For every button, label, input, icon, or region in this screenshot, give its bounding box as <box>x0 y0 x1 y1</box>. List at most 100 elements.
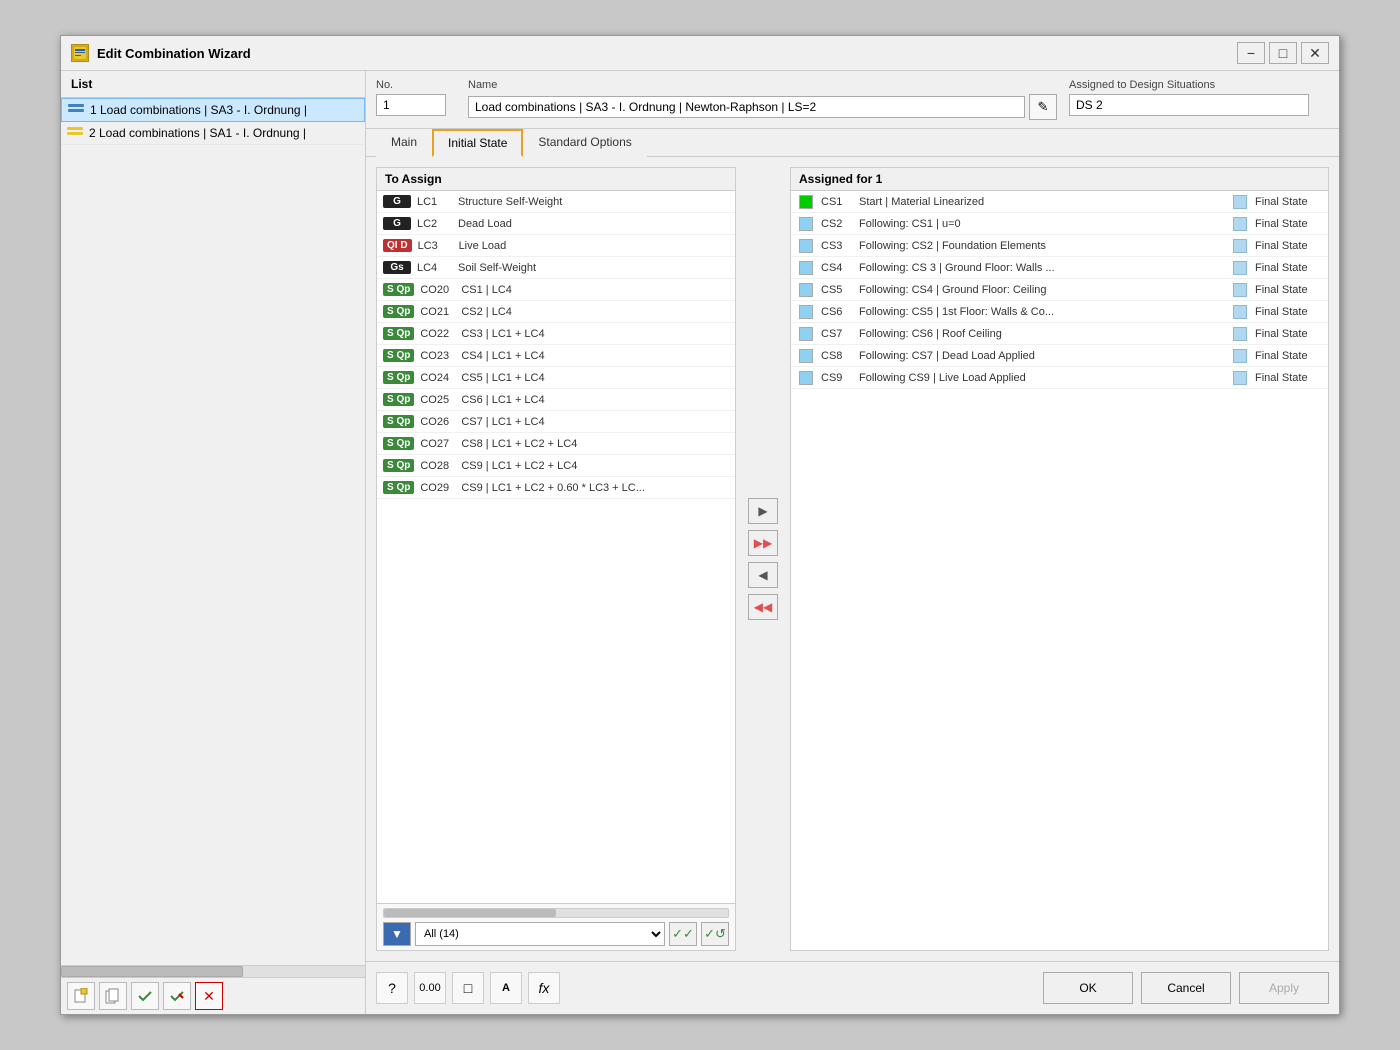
final-state-label: Final State <box>1255 306 1320 318</box>
final-state-label: Final State <box>1255 196 1320 208</box>
final-state-color-box <box>1233 283 1247 297</box>
assign-row[interactable]: S QpCO29CS9 | LC1 + LC2 + 0.60 * LC3 + L… <box>377 477 735 499</box>
check-all-button[interactable] <box>131 982 159 1010</box>
row-desc: CS2 | LC4 <box>461 306 729 318</box>
assign-row[interactable]: S QpCO25CS6 | LC1 + LC4 <box>377 389 735 411</box>
list-item[interactable]: 2 Load combinations | SA1 - I. Ordnung | <box>61 122 365 145</box>
tabs-bar: MainInitial StateStandard Options <box>366 129 1339 157</box>
assign-row[interactable]: GLC1Structure Self-Weight <box>377 191 735 213</box>
cs-desc: Following: CS2 | Foundation Elements <box>859 240 1225 252</box>
row-id: CO26 <box>420 416 455 428</box>
name-label: Name <box>468 79 1057 91</box>
badge: S Qp <box>383 393 414 406</box>
assigned-row[interactable]: CS5Following: CS4 | Ground Floor: Ceilin… <box>791 279 1328 301</box>
help-button[interactable]: ? <box>376 972 408 1004</box>
assign-row[interactable]: S QpCO28CS9 | LC1 + LC2 + LC4 <box>377 455 735 477</box>
assign-row[interactable]: S QpCO27CS8 | LC1 + LC2 + LC4 <box>377 433 735 455</box>
assign-list: GLC1Structure Self-WeightGLC2Dead LoadQI… <box>377 191 735 903</box>
uncheck-all-button[interactable] <box>163 982 191 1010</box>
badge: S Qp <box>383 327 414 340</box>
close-button[interactable]: ✕ <box>1301 42 1329 64</box>
assigned-row[interactable]: CS8Following: CS7 | Dead Load AppliedFin… <box>791 345 1328 367</box>
assign-controls: ▼ All (14) ✓✓ ✓↺ <box>383 922 729 946</box>
assign-row[interactable]: S QpCO20CS1 | LC4 <box>377 279 735 301</box>
assigned-row[interactable]: CS6Following: CS5 | 1st Floor: Walls & C… <box>791 301 1328 323</box>
assign-panel-header: To Assign <box>377 168 735 191</box>
cancel-button[interactable]: Cancel <box>1141 972 1231 1004</box>
row-desc: CS9 | LC1 + LC2 + LC4 <box>461 460 729 472</box>
panels: To Assign GLC1Structure Self-WeightGLC2D… <box>376 167 1329 951</box>
cs-desc: Start | Material Linearized <box>859 196 1225 208</box>
name-input[interactable] <box>468 96 1025 118</box>
left-toolbar: ✕ <box>61 977 365 1014</box>
tab-standard_options[interactable]: Standard Options <box>523 129 646 157</box>
assign-row[interactable]: GsLC4Soil Self-Weight <box>377 257 735 279</box>
assigned-row[interactable]: CS1Start | Material LinearizedFinal Stat… <box>791 191 1328 213</box>
assigned-input[interactable] <box>1069 94 1309 116</box>
assign-row[interactable]: S QpCO22CS3 | LC1 + LC4 <box>377 323 735 345</box>
move-right-single-button[interactable]: ▶ <box>748 498 778 524</box>
move-right-all-button[interactable]: ▶▶ <box>748 530 778 556</box>
assigned-list: CS1Start | Material LinearizedFinal Stat… <box>791 191 1328 950</box>
ok-button[interactable]: OK <box>1043 972 1133 1004</box>
filter-select[interactable]: All (14) <box>415 922 665 946</box>
horizontal-scrollbar[interactable] <box>61 965 365 977</box>
cs-desc: Following: CS1 | u=0 <box>859 218 1225 230</box>
assigned-row[interactable]: CS3Following: CS2 | Foundation ElementsF… <box>791 235 1328 257</box>
assign-row[interactable]: QI DLC3Live Load <box>377 235 735 257</box>
final-state-label: Final State <box>1255 372 1320 384</box>
cs-color-box <box>799 305 813 319</box>
dialog-title: Edit Combination Wizard <box>97 46 251 61</box>
assigned-row[interactable]: CS2Following: CS1 | u=0Final State <box>791 213 1328 235</box>
copy-button[interactable] <box>99 982 127 1010</box>
formula-button[interactable]: fx <box>528 972 560 1004</box>
assign-scrollbar-h[interactable] <box>383 908 729 918</box>
number-format-button[interactable]: 0.00 <box>414 972 446 1004</box>
assigned-row[interactable]: CS9Following CS9 | Live Load AppliedFina… <box>791 367 1328 389</box>
tab-initial_state[interactable]: Initial State <box>432 129 523 157</box>
cs-id: CS7 <box>821 328 851 340</box>
assign-row[interactable]: S QpCO23CS4 | LC1 + LC4 <box>377 345 735 367</box>
assign-row[interactable]: S QpCO26CS7 | LC1 + LC4 <box>377 411 735 433</box>
row-desc: CS5 | LC1 + LC4 <box>461 372 729 384</box>
uncheck-all-assign-button[interactable]: ✓↺ <box>701 922 729 946</box>
move-left-single-button[interactable]: ◀ <box>748 562 778 588</box>
cs-color-box <box>799 283 813 297</box>
list-item[interactable]: 1 Load combinations | SA3 - I. Ordnung | <box>61 98 365 122</box>
table-button[interactable]: A <box>490 972 522 1004</box>
row-desc: CS3 | LC1 + LC4 <box>461 328 729 340</box>
badge: G <box>383 195 411 208</box>
cs-id: CS5 <box>821 284 851 296</box>
app-icon <box>71 44 89 62</box>
maximize-button[interactable]: □ <box>1269 42 1297 64</box>
assigned-row[interactable]: CS7Following: CS6 | Roof CeilingFinal St… <box>791 323 1328 345</box>
delete-button[interactable]: ✕ <box>195 982 223 1010</box>
row-id: CO25 <box>420 394 455 406</box>
final-state-label: Final State <box>1255 328 1320 340</box>
cs-color-box <box>799 349 813 363</box>
row-id: CO24 <box>420 372 455 384</box>
new-item-button[interactable] <box>67 982 95 1010</box>
assigned-row[interactable]: CS4Following: CS 3 | Ground Floor: Walls… <box>791 257 1328 279</box>
list-item-text: 1 Load combinations | SA3 - I. Ordnung | <box>90 103 307 117</box>
check-all-assign-button[interactable]: ✓✓ <box>669 922 697 946</box>
assign-row[interactable]: GLC2Dead Load <box>377 213 735 235</box>
tab-main[interactable]: Main <box>376 129 432 157</box>
assign-row[interactable]: S QpCO24CS5 | LC1 + LC4 <box>377 367 735 389</box>
assign-row[interactable]: S QpCO21CS2 | LC4 <box>377 301 735 323</box>
filter-button[interactable]: ▼ <box>383 922 411 946</box>
edit-name-button[interactable]: ✎ <box>1029 94 1057 120</box>
no-input[interactable] <box>376 94 446 116</box>
row-desc: CS4 | LC1 + LC4 <box>461 350 729 362</box>
row-id: CO21 <box>420 306 455 318</box>
view-button[interactable]: □ <box>452 972 484 1004</box>
minimize-button[interactable]: − <box>1237 42 1265 64</box>
apply-button[interactable]: Apply <box>1239 972 1329 1004</box>
bottom-toolbar: ? 0.00 □ A fx <box>376 972 560 1004</box>
scroll-thumb <box>61 966 243 977</box>
list-items: 1 Load combinations | SA3 - I. Ordnung |… <box>61 98 365 965</box>
row-id: LC2 <box>417 218 452 230</box>
right-area: No. Name ✎ Assigned to Design Situations… <box>366 71 1339 1014</box>
move-left-all-button[interactable]: ◀◀ <box>748 594 778 620</box>
list-item-icon <box>68 104 84 116</box>
